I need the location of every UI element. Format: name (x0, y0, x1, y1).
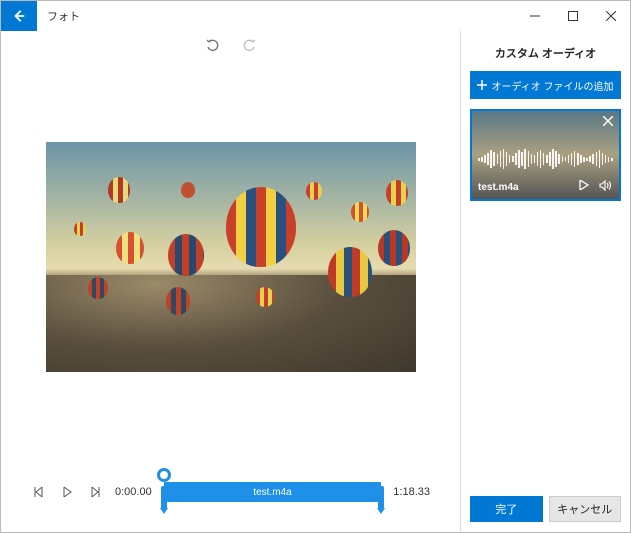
panel-title: カスタム オーディオ (470, 45, 621, 61)
clip-trim-start-handle[interactable] (161, 486, 167, 510)
end-time-label: 1:18.33 (393, 486, 430, 498)
undo-icon (205, 37, 221, 53)
maximize-icon (568, 11, 578, 21)
done-button[interactable]: 完了 (470, 496, 543, 522)
content-area: 0:00.00 test.m4a 1:18.33 カスタム オーディオ (1, 31, 630, 532)
plus-icon (477, 80, 487, 90)
volume-icon (599, 180, 613, 191)
audio-filename: test.m4a (478, 182, 519, 193)
sidebar: カスタム オーディオ オーディオ ファイルの追加 test.m4a (460, 31, 630, 532)
next-frame-button[interactable] (87, 487, 103, 497)
waveform-icon (478, 149, 613, 169)
timeline: 0:00.00 test.m4a 1:18.33 (11, 462, 450, 532)
redo-icon (241, 37, 257, 53)
clip-trim-end-handle[interactable] (378, 486, 384, 510)
redo-button[interactable] (241, 37, 257, 56)
app-window: フォト (0, 0, 631, 533)
minimize-button[interactable] (516, 1, 554, 31)
back-arrow-icon (12, 9, 26, 23)
prev-frame-button[interactable] (31, 487, 47, 497)
main-panel: 0:00.00 test.m4a 1:18.33 (1, 31, 460, 532)
play-button[interactable] (59, 487, 75, 497)
close-icon (606, 11, 616, 21)
close-button[interactable] (592, 1, 630, 31)
start-time-label: 0:00.00 (115, 486, 152, 498)
audio-card[interactable]: test.m4a (470, 109, 621, 201)
prev-frame-icon (34, 487, 44, 497)
timeline-track[interactable]: test.m4a (164, 476, 382, 508)
cancel-button[interactable]: キャンセル (549, 496, 622, 522)
next-frame-icon (90, 487, 100, 497)
window-controls (516, 1, 630, 31)
playhead[interactable] (157, 468, 171, 482)
footer-buttons: 完了 キャンセル (470, 496, 621, 522)
play-icon (579, 180, 589, 190)
audio-clip-bar[interactable]: test.m4a (164, 482, 382, 502)
app-title: フォト (37, 8, 80, 24)
remove-audio-button[interactable] (603, 115, 613, 129)
maximize-button[interactable] (554, 1, 592, 31)
undo-button[interactable] (205, 37, 221, 56)
audio-play-button[interactable] (579, 180, 589, 194)
play-icon (62, 487, 72, 497)
add-audio-button[interactable]: オーディオ ファイルの追加 (470, 71, 621, 99)
x-icon (603, 116, 613, 126)
clip-label: test.m4a (253, 487, 291, 498)
titlebar: フォト (1, 1, 630, 31)
preview-area (11, 61, 450, 462)
undo-redo-bar (11, 31, 450, 61)
back-button[interactable] (1, 1, 37, 31)
preview-image (46, 142, 416, 372)
video-preview[interactable] (46, 142, 416, 372)
minimize-icon (530, 11, 540, 21)
audio-volume-button[interactable] (599, 180, 613, 194)
add-audio-label: オーディオ ファイルの追加 (491, 78, 613, 93)
